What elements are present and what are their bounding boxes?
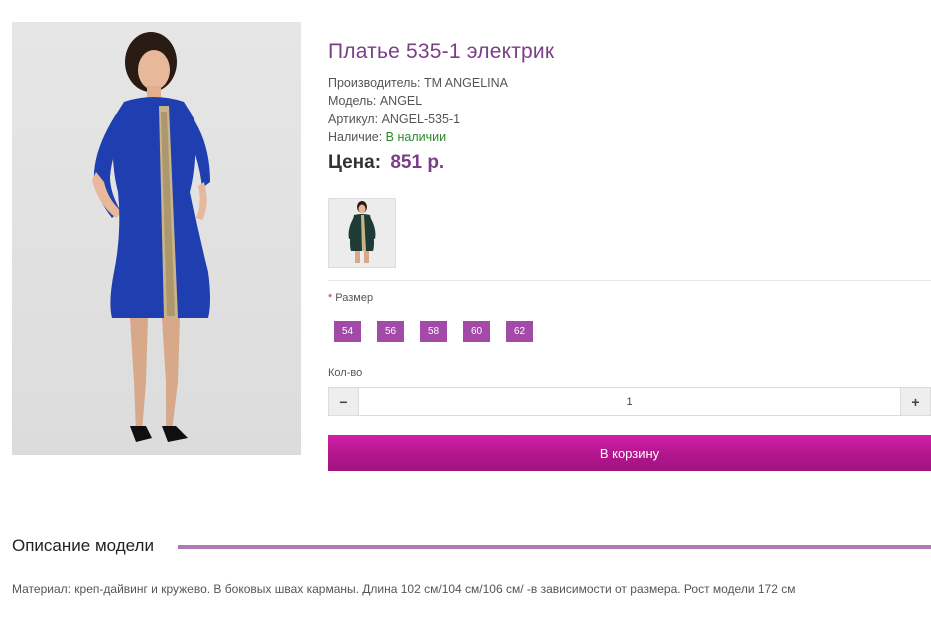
product-thumbnail[interactable] (328, 198, 396, 268)
quantity-increase-button[interactable]: + (900, 387, 931, 416)
price-value: 851 р. (390, 152, 445, 173)
description-text: Материал: креп-дайвинг и кружево. В боко… (12, 582, 796, 596)
size-option-56[interactable]: 56 (377, 321, 404, 342)
stock-value: В наличии (385, 130, 447, 144)
sku-label: Артикул: (328, 112, 379, 126)
sku-row: Артикул: ANGEL-535-1 (328, 110, 508, 128)
model-photo (92, 32, 210, 442)
required-mark: * (328, 292, 333, 304)
add-to-cart-button[interactable]: В корзину (328, 435, 931, 471)
manufacturer-value: TM ANGELINA (423, 76, 508, 90)
divider (328, 280, 931, 281)
price-label: Цена: (328, 152, 382, 173)
quantity-stepper: − + (328, 387, 931, 416)
quantity-input[interactable] (359, 387, 900, 416)
price-row: Цена: 851 р. (328, 152, 444, 174)
product-meta: Производитель: TM ANGELINA Модель: ANGEL… (328, 74, 508, 146)
size-option-62[interactable]: 62 (506, 321, 533, 342)
size-option-58[interactable]: 58 (420, 321, 447, 342)
size-label: * Размер (328, 292, 373, 304)
size-options: 54 56 58 60 62 (334, 321, 533, 342)
thumbnail-photo (329, 199, 395, 267)
size-option-60[interactable]: 60 (463, 321, 490, 342)
stock-label: Наличие: (328, 130, 383, 144)
product-title: Платье 535-1 электрик (328, 40, 555, 63)
description-heading: Описание модели (12, 536, 160, 556)
product-main-image[interactable] (12, 22, 301, 455)
stock-row: Наличие: В наличии (328, 128, 508, 146)
model-row: Модель: ANGEL (328, 92, 508, 110)
manufacturer-label: Производитель: (328, 76, 421, 90)
product-page: Платье 535-1 электрик Производитель: TM … (0, 0, 931, 644)
description-heading-line (178, 545, 931, 549)
quantity-label: Кол-во (328, 367, 363, 379)
size-label-text: Размер (335, 292, 374, 304)
quantity-decrease-button[interactable]: − (328, 387, 359, 416)
model-label: Модель: (328, 94, 377, 108)
manufacturer-row: Производитель: TM ANGELINA (328, 74, 508, 92)
sku-value: ANGEL-535-1 (381, 112, 461, 126)
size-option-54[interactable]: 54 (334, 321, 361, 342)
model-value: ANGEL (379, 94, 423, 108)
